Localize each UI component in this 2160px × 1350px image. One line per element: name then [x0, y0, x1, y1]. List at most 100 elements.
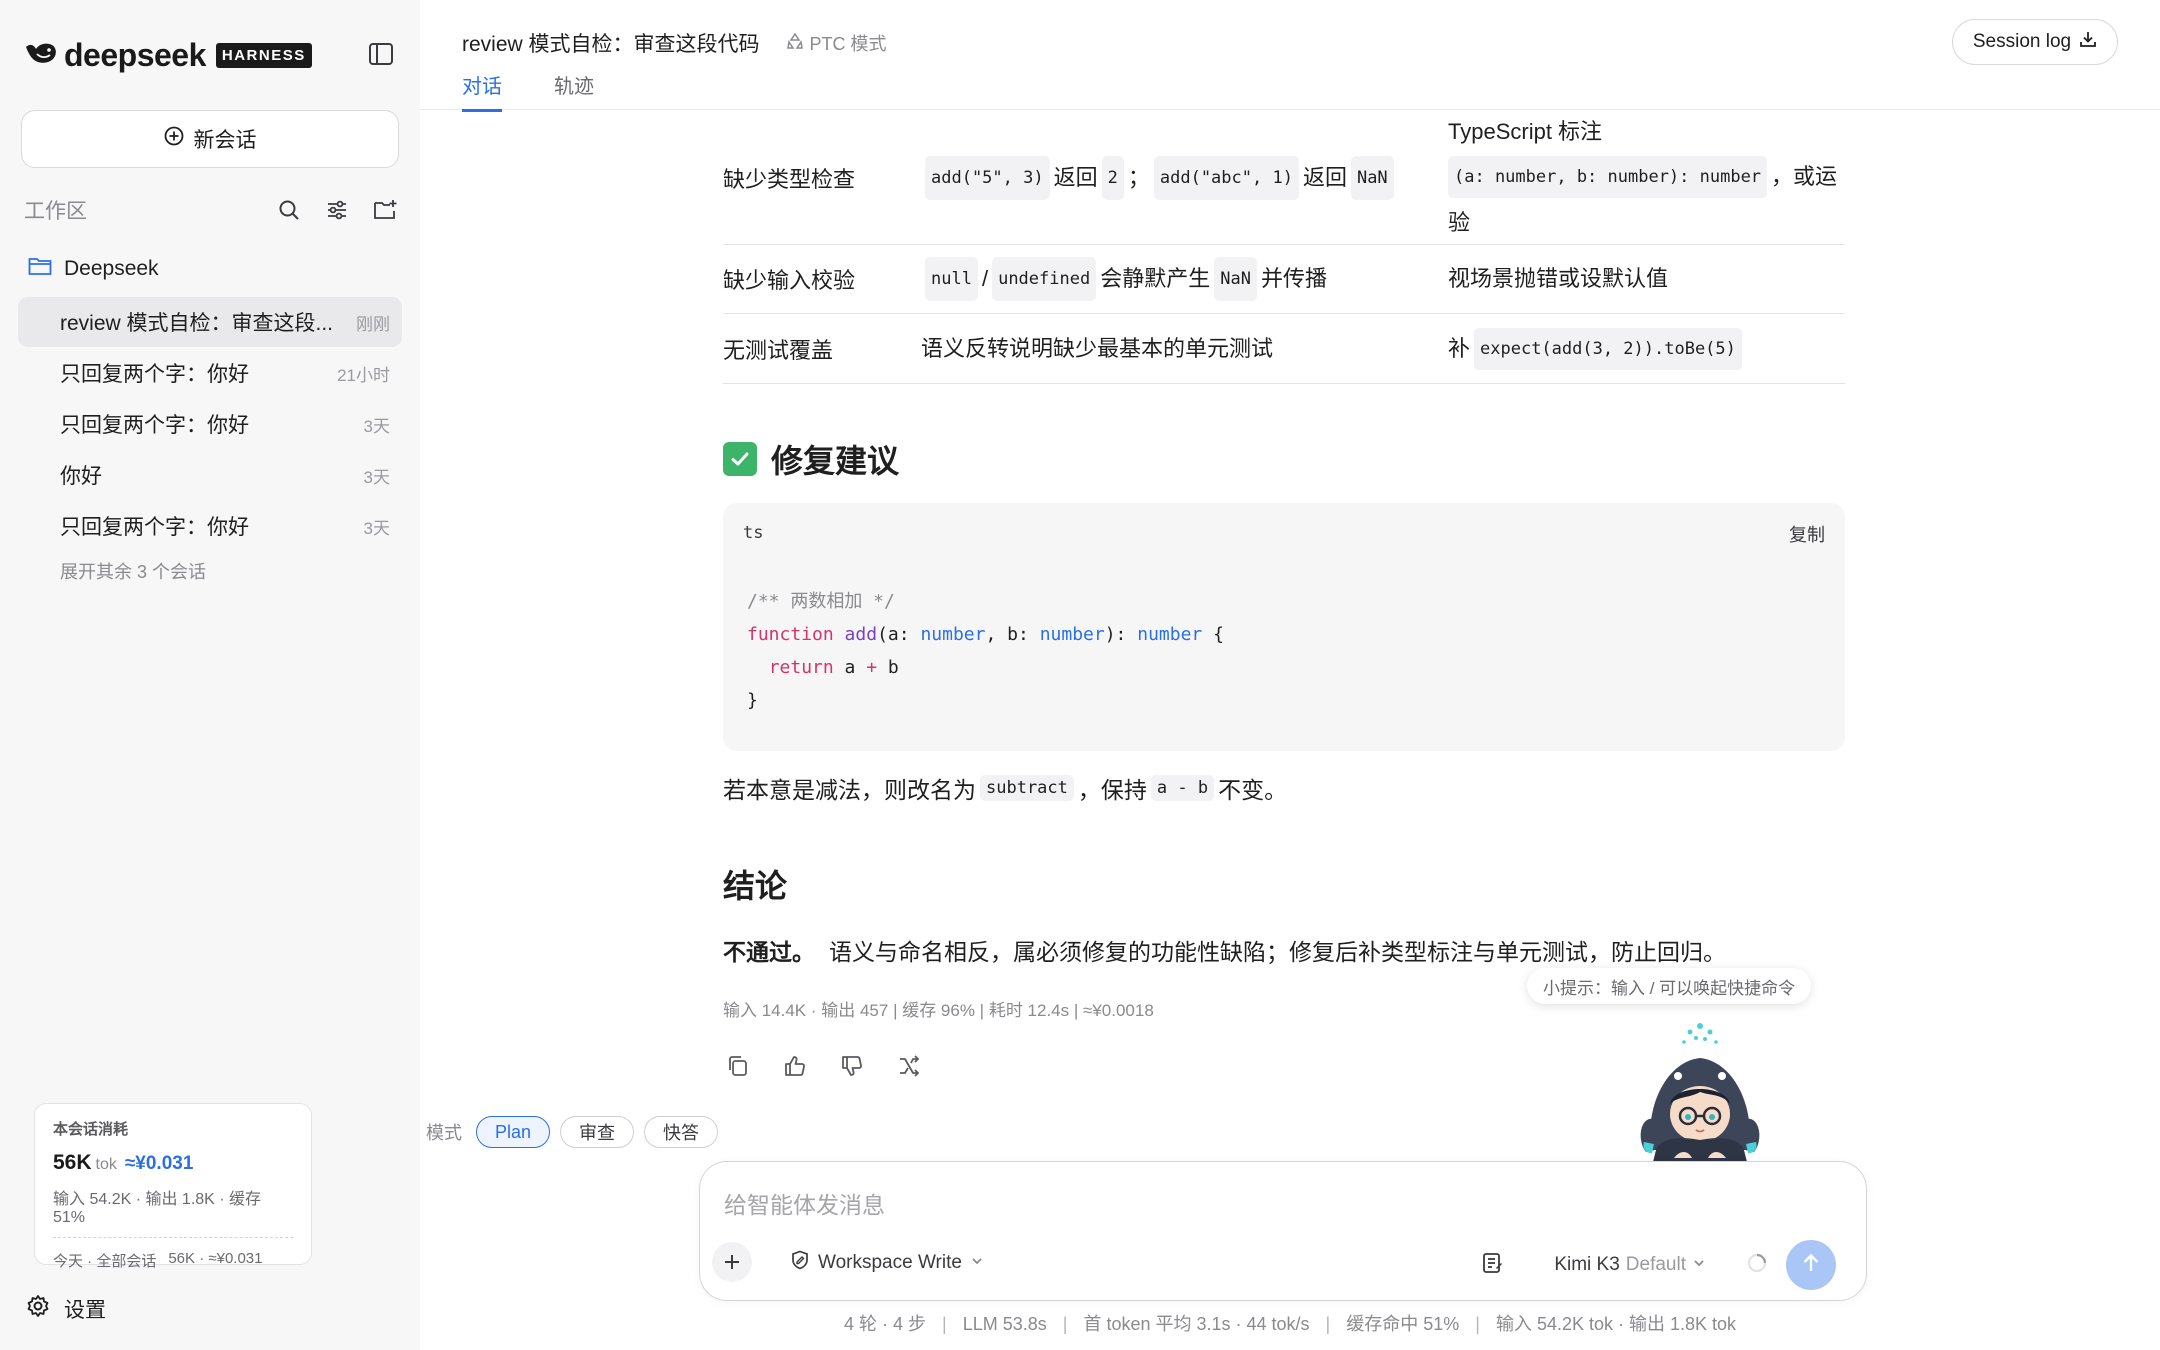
session-time: 刚刚	[356, 314, 390, 334]
note-text: 不变。	[1218, 777, 1288, 803]
ptc-mode-label: PTC 模式	[809, 34, 887, 54]
mode-chip-quick[interactable]: 快答	[644, 1116, 719, 1148]
download-icon	[2079, 30, 2097, 54]
loading-spinner-icon	[1746, 1252, 1768, 1279]
cell-text: 视场景抛错或设默认值	[1448, 266, 1669, 291]
footer-stat: LLM 53.8s	[962, 1314, 1047, 1334]
folder-name: Deepseek	[64, 257, 159, 280]
mode-chip-plan[interactable]: Plan	[476, 1116, 551, 1148]
thumbs-up-icon[interactable]	[780, 1051, 810, 1081]
cell-text: 会静默产生	[1100, 266, 1211, 291]
copy-icon[interactable]	[723, 1051, 753, 1081]
send-button[interactable]	[1786, 1240, 1836, 1290]
code-content: /** 两数相加 */ function add(a: number, b: n…	[747, 585, 1224, 717]
table-cell-fix: TypeScript 标注 (a: number, b: number): nu…	[1448, 111, 1845, 244]
recycle-icon	[786, 32, 804, 55]
sidebar-toggle-icon[interactable]	[366, 40, 396, 68]
mode-label: 模式	[426, 1123, 462, 1143]
main-panel: review 模式自检：审查这段代码 PTC 模式 对话 轨迹 Session …	[420, 0, 2160, 1350]
session-time: 21小时	[337, 365, 390, 385]
session-item[interactable]: 只回复两个字：你好 21小时	[18, 348, 402, 398]
inline-code: a - b	[1150, 775, 1215, 801]
page-title: review 模式自检：审查这段代码	[462, 33, 760, 56]
thumbs-down-icon[interactable]	[837, 1051, 867, 1081]
code-param: b	[1007, 624, 1018, 645]
usage-card: 本会话消耗 56K tok ≈¥0.031 输入 54.2K · 输出 1.8K…	[34, 1103, 312, 1270]
code-punct: :	[1018, 624, 1040, 645]
usage-today-label: 今天 · 全部会话	[53, 1253, 157, 1270]
footer-separator: |	[1475, 1314, 1480, 1334]
usage-tokens: 56K	[53, 1151, 92, 1174]
code-expr: a	[833, 657, 867, 678]
inline-code: NaN	[1350, 155, 1394, 200]
chevron-down-icon	[970, 1252, 984, 1274]
brand-logo[interactable]: deepseek HARNESS	[24, 36, 312, 74]
session-log-label: Session log	[1972, 31, 2072, 52]
table-cell-fix: 视场景抛错或设默认值	[1448, 245, 1845, 313]
verdict-detail: 语义与命名相反，属必须修复的功能性缺陷；修复后补类型标注与单元测试，防止回归。	[829, 939, 1726, 965]
mode-chip-review[interactable]: 审查	[560, 1116, 635, 1148]
usage-cost: ≈¥0.031	[124, 1153, 194, 1174]
shortcut-tip: 小提示：输入 / 可以唤起快捷命令	[1527, 968, 1812, 1004]
session-item[interactable]: review 模式自检：审查这段... 刚刚	[18, 297, 402, 347]
usage-breakdown: 输入 54.2K · 输出 1.8K · 缓存 51%	[53, 1191, 262, 1226]
usage-divider	[53, 1237, 293, 1238]
inline-code: subtract	[980, 775, 1074, 801]
tab-bar: 对话 轨迹	[462, 70, 594, 112]
footer-separator: |	[1325, 1314, 1331, 1334]
workspace-folder[interactable]: Deepseek	[28, 252, 159, 286]
tab-trajectory[interactable]: 轨迹	[554, 70, 594, 112]
session-item[interactable]: 你好 3天	[18, 450, 402, 500]
inline-code: expect(add(3, 2)).toBe(5)	[1474, 327, 1742, 370]
tab-conversation[interactable]: 对话	[462, 70, 502, 112]
model-selector[interactable]: Kimi K3 Default	[1554, 1254, 1706, 1276]
message-input[interactable]: 给智能体发消息	[724, 1186, 885, 1220]
model-name: Kimi K3	[1554, 1254, 1620, 1275]
notes-icon[interactable]	[1480, 1251, 1504, 1280]
cell-text: 验	[1448, 209, 1471, 235]
status-footer: 4 轮 · 4 步 | LLM 53.8s | 首 token 平均 3.1s · 44…	[420, 1310, 2160, 1336]
table-cell-description: null / undefined 会静默产生 NaN 并传播	[921, 245, 1448, 313]
fix-heading-text: 修复建议	[771, 443, 900, 479]
settings-button[interactable]: 设置	[26, 1294, 106, 1324]
plus-circle-icon	[164, 126, 184, 152]
session-item[interactable]: 只回复两个字：你好 3天	[18, 501, 402, 551]
inline-code: null	[925, 257, 978, 301]
new-folder-icon[interactable]	[370, 195, 400, 225]
expand-sessions-link[interactable]: 展开其余 3 个会话	[60, 558, 206, 584]
workspace-permission-dropdown[interactable]: Workspace Write	[790, 1250, 984, 1276]
search-icon[interactable]	[274, 195, 304, 225]
note-text: ，保持	[1077, 777, 1147, 803]
code-keyword: function	[747, 624, 834, 645]
session-item[interactable]: 只回复两个字：你好 3天	[18, 399, 402, 449]
check-mark-icon	[723, 442, 757, 476]
filter-sliders-icon[interactable]	[322, 195, 352, 225]
session-log-button[interactable]: Session log	[1952, 19, 2118, 65]
cell-text: 并传播	[1260, 266, 1327, 291]
new-chat-button[interactable]: 新会话	[21, 110, 399, 168]
session-title: 只回复两个字：你好	[60, 363, 249, 386]
inline-code: undefined	[992, 257, 1097, 301]
workspace-header: 工作区	[24, 192, 400, 228]
harness-badge: HARNESS	[215, 42, 312, 68]
table-cell-fix: 补 expect(add(3, 2)).toBe(5)	[1448, 314, 1845, 383]
attach-plus-icon[interactable]	[712, 1242, 752, 1282]
code-function-name: add	[844, 624, 878, 645]
settings-label: 设置	[64, 1299, 106, 1322]
inline-code: add("5", 3)	[925, 155, 1050, 200]
footer-separator: |	[942, 1314, 947, 1334]
cell-text: ；	[1127, 164, 1150, 190]
table-cell-issue: 缺少输入校验	[723, 268, 856, 293]
code-param: a	[887, 624, 899, 645]
session-title: 你好	[60, 465, 102, 488]
code-operator: +	[866, 657, 878, 678]
session-time: 3天	[363, 416, 390, 436]
session-title: review 模式自检：审查这段...	[60, 312, 334, 335]
table-row: 缺少类型检查 add("5", 3) 返回 2 ； add("abc", 1) …	[723, 111, 1845, 245]
footer-stat: 首 token 平均 3.1s · 44 tok/s	[1083, 1314, 1310, 1334]
message-composer: 给智能体发消息 Workspace Write Kimi K3 Default	[699, 1161, 1867, 1301]
arrow-up-icon	[1800, 1252, 1822, 1279]
branch-icon[interactable]	[894, 1051, 924, 1081]
usage-unit: tok	[95, 1156, 117, 1173]
copy-code-button[interactable]: 复制	[1789, 521, 1825, 547]
